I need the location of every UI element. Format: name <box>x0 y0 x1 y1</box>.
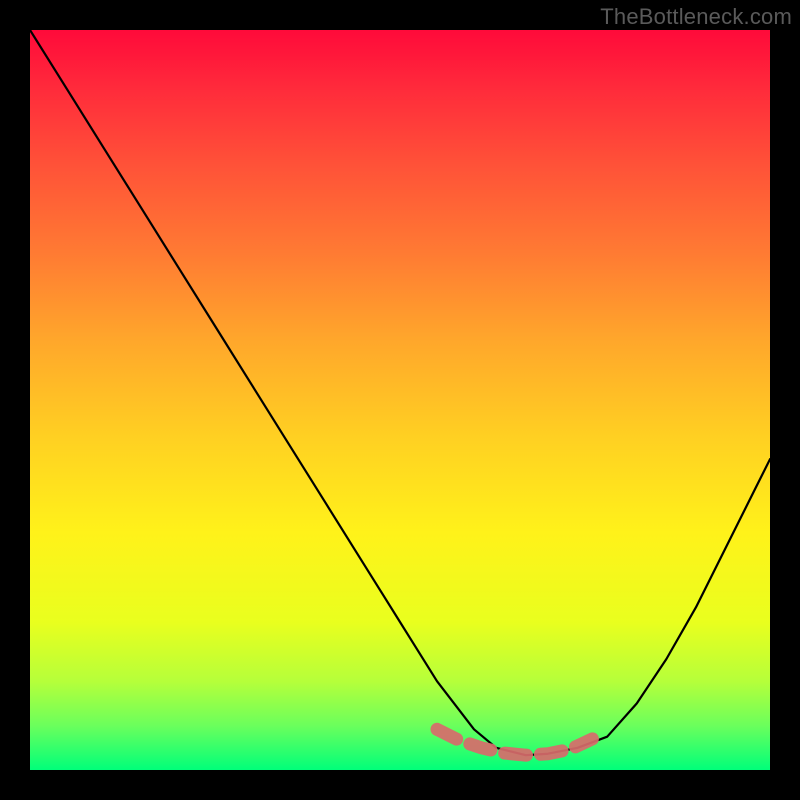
plot-area <box>30 30 770 770</box>
chart-frame: TheBottleneck.com <box>0 0 800 800</box>
watermark-text: TheBottleneck.com <box>600 4 792 30</box>
curve-highlight <box>437 729 592 755</box>
bottleneck-curve <box>30 30 770 755</box>
chart-svg <box>30 30 770 770</box>
